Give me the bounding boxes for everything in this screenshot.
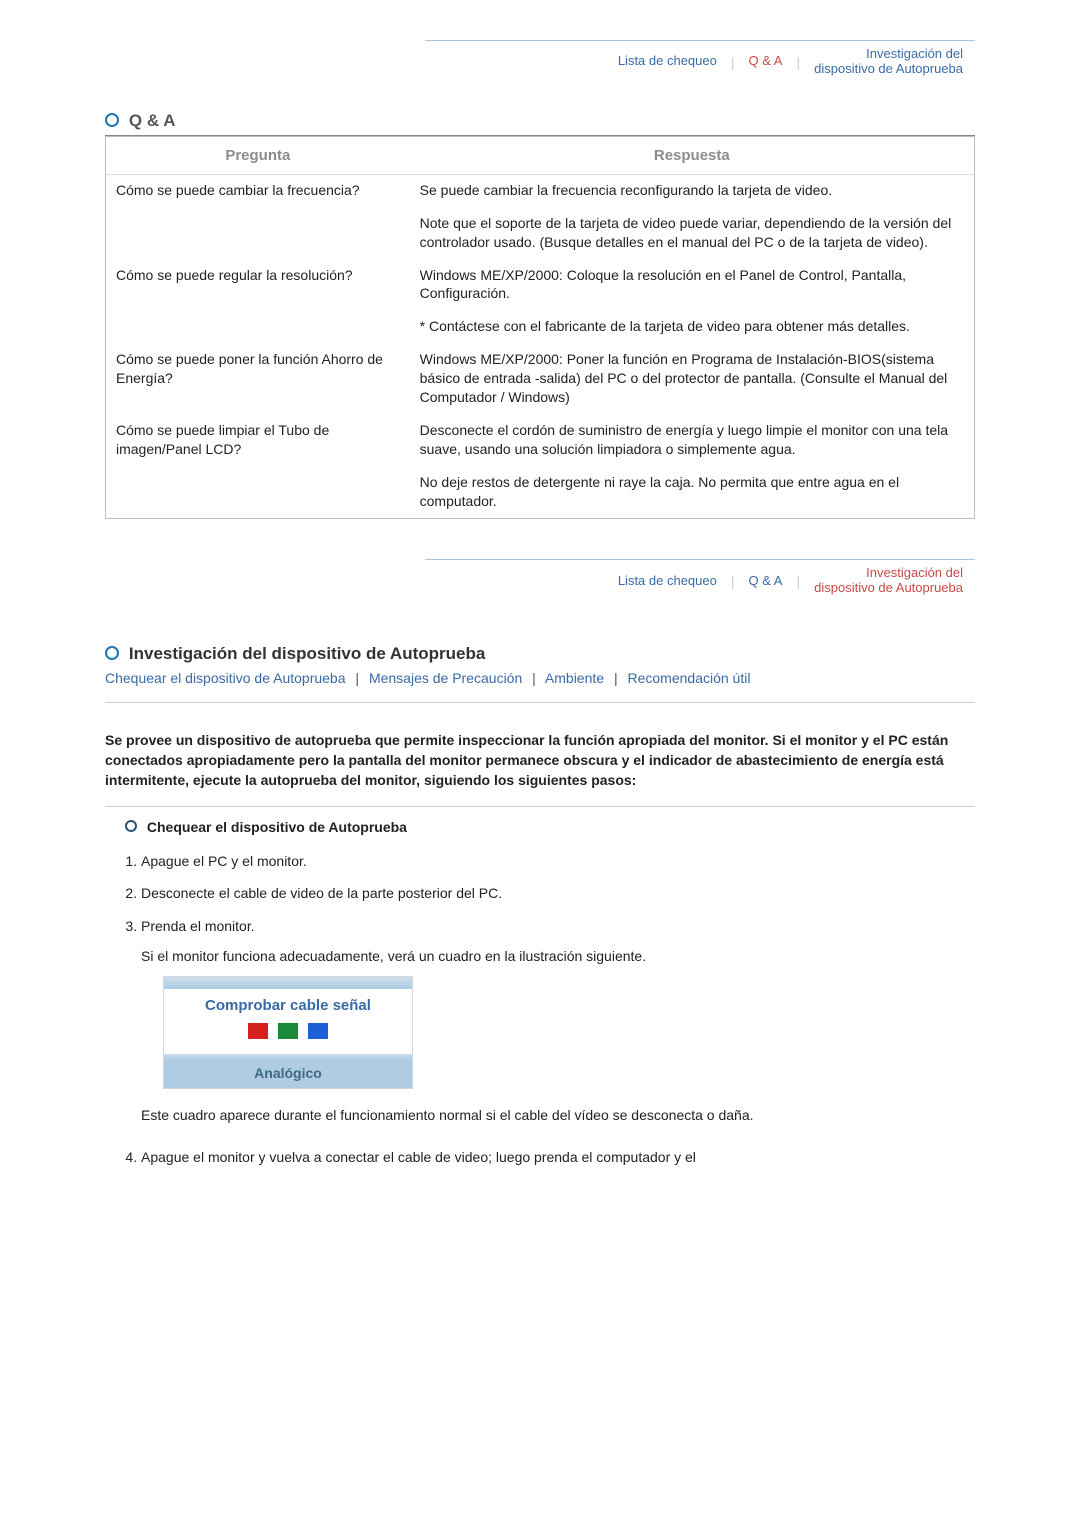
section-bullet-icon <box>105 113 119 127</box>
table-row: Cómo se puede poner la función Ahorro de… <box>106 344 975 415</box>
qa-table: Pregunta Respuesta Cómo se puede cambiar… <box>105 136 975 520</box>
autoprueba-sublinks: Chequear el dispositivo de Autoprueba | … <box>105 670 975 686</box>
autoprueba-subhead-wrap: Chequear el dispositivo de Autoprueba <box>105 819 975 835</box>
col-header-respuesta: Respuesta <box>410 136 975 174</box>
nav-investigacion-l2: dispositivo de Autoprueba <box>814 61 963 76</box>
step-3-text: Prenda el monitor. <box>141 918 255 934</box>
subsection-bullet-icon <box>125 820 137 832</box>
qa-section: Q & A Pregunta Respuesta Cómo se puede c… <box>105 111 975 520</box>
nav-lista-chequeo[interactable]: Lista de chequeo <box>606 574 729 589</box>
sublink-separator: | <box>526 670 542 686</box>
divider <box>105 806 975 807</box>
nav-investigacion-l2: dispositivo de Autoprueba <box>814 580 963 595</box>
breadcrumb-nav-mid: Lista de chequeo | Q & A | Investigación… <box>425 559 975 596</box>
nav-separator: | <box>729 54 737 70</box>
nav-qa[interactable]: Q & A <box>737 574 795 589</box>
sublink-recomendacion[interactable]: Recomendación útil <box>627 670 750 686</box>
list-item: Apague el monitor y vuelva a conectar el… <box>141 1141 975 1173</box>
illustration-top-bar <box>164 977 412 989</box>
illustration-title: Comprobar cable señal <box>164 989 412 1019</box>
autoprueba-section-title: Investigación del dispositivo de Autopru… <box>129 644 485 664</box>
qa-answer: * Contáctese con el fabricante de la tar… <box>410 311 975 344</box>
nav-investigacion[interactable]: Investigación del dispositivo de Autopru… <box>802 47 975 77</box>
autoprueba-section: Investigación del dispositivo de Autopru… <box>105 644 975 1173</box>
col-header-pregunta: Pregunta <box>106 136 410 174</box>
table-row: Cómo se puede regular la resolución? Win… <box>106 260 975 312</box>
breadcrumb-nav-top: Lista de chequeo | Q & A | Investigación… <box>425 40 975 77</box>
sublink-separator: | <box>349 670 365 686</box>
qa-answer: Windows ME/XP/2000: Coloque la resolució… <box>410 260 975 312</box>
divider <box>105 702 975 703</box>
nav-investigacion-l1: Investigación del <box>866 565 963 580</box>
qa-question: Cómo se puede poner la función Ahorro de… <box>106 344 410 415</box>
autoprueba-steps: Apague el PC y el monitor. Desconecte el… <box>141 845 975 1173</box>
sublink-mensajes[interactable]: Mensajes de Precaución <box>369 670 522 686</box>
list-item: Desconecte el cable de video de la parte… <box>141 877 975 909</box>
qa-question: Cómo se puede limpiar el Tubo de imagen/… <box>106 415 410 519</box>
illustration-rgb-squares <box>164 1019 412 1054</box>
section-bullet-icon <box>105 646 119 660</box>
sublink-ambiente[interactable]: Ambiente <box>545 670 604 686</box>
qa-section-title: Q & A <box>129 111 176 131</box>
qa-answer: Windows ME/XP/2000: Poner la función en … <box>410 344 975 415</box>
qa-question: Cómo se puede cambiar la frecuencia? <box>106 174 410 259</box>
sublink-chequear[interactable]: Chequear el dispositivo de Autoprueba <box>105 670 346 686</box>
qa-question: Cómo se puede regular la resolución? <box>106 260 410 345</box>
list-item: Apague el PC y el monitor. <box>141 845 975 877</box>
sublink-separator: | <box>608 670 624 686</box>
table-row: Cómo se puede cambiar la frecuencia? Se … <box>106 174 975 207</box>
nav-separator: | <box>729 573 737 589</box>
qa-answer: Se puede cambiar la frecuencia reconfigu… <box>410 174 975 207</box>
step-4-text: Apague el monitor y vuelva a conectar el… <box>141 1149 696 1165</box>
autoprueba-subhead: Chequear el dispositivo de Autoprueba <box>147 819 407 835</box>
green-square-icon <box>278 1023 298 1039</box>
blue-square-icon <box>308 1023 328 1039</box>
nav-qa[interactable]: Q & A <box>737 54 795 69</box>
qa-answer: No deje restos de detergente ni raye la … <box>410 467 975 519</box>
step-3-caption: Este cuadro aparece durante el funcionam… <box>141 1105 975 1125</box>
step-1-text: Apague el PC y el monitor. <box>141 853 307 869</box>
nav-investigacion[interactable]: Investigación del dispositivo de Autopru… <box>802 566 975 596</box>
qa-answer: Desconecte el cordón de suministro de en… <box>410 415 975 467</box>
signal-check-illustration: Comprobar cable señal Analógico <box>163 976 413 1088</box>
list-item: Prenda el monitor. Si el monitor funcion… <box>141 910 975 1141</box>
autoprueba-intro: Se provee un dispositivo de autoprueba q… <box>105 731 975 790</box>
table-row: Cómo se puede limpiar el Tubo de imagen/… <box>106 415 975 467</box>
step-2-text: Desconecte el cable de video de la parte… <box>141 885 502 901</box>
qa-answer: Note que el soporte de la tarjeta de vid… <box>410 208 975 260</box>
nav-investigacion-l1: Investigación del <box>866 46 963 61</box>
red-square-icon <box>248 1023 268 1039</box>
step-3-note: Si el monitor funciona adecuadamente, ve… <box>141 946 975 966</box>
nav-separator: | <box>794 573 802 589</box>
illustration-footer: Analógico <box>164 1060 412 1087</box>
nav-separator: | <box>794 54 802 70</box>
nav-lista-chequeo[interactable]: Lista de chequeo <box>606 54 729 69</box>
